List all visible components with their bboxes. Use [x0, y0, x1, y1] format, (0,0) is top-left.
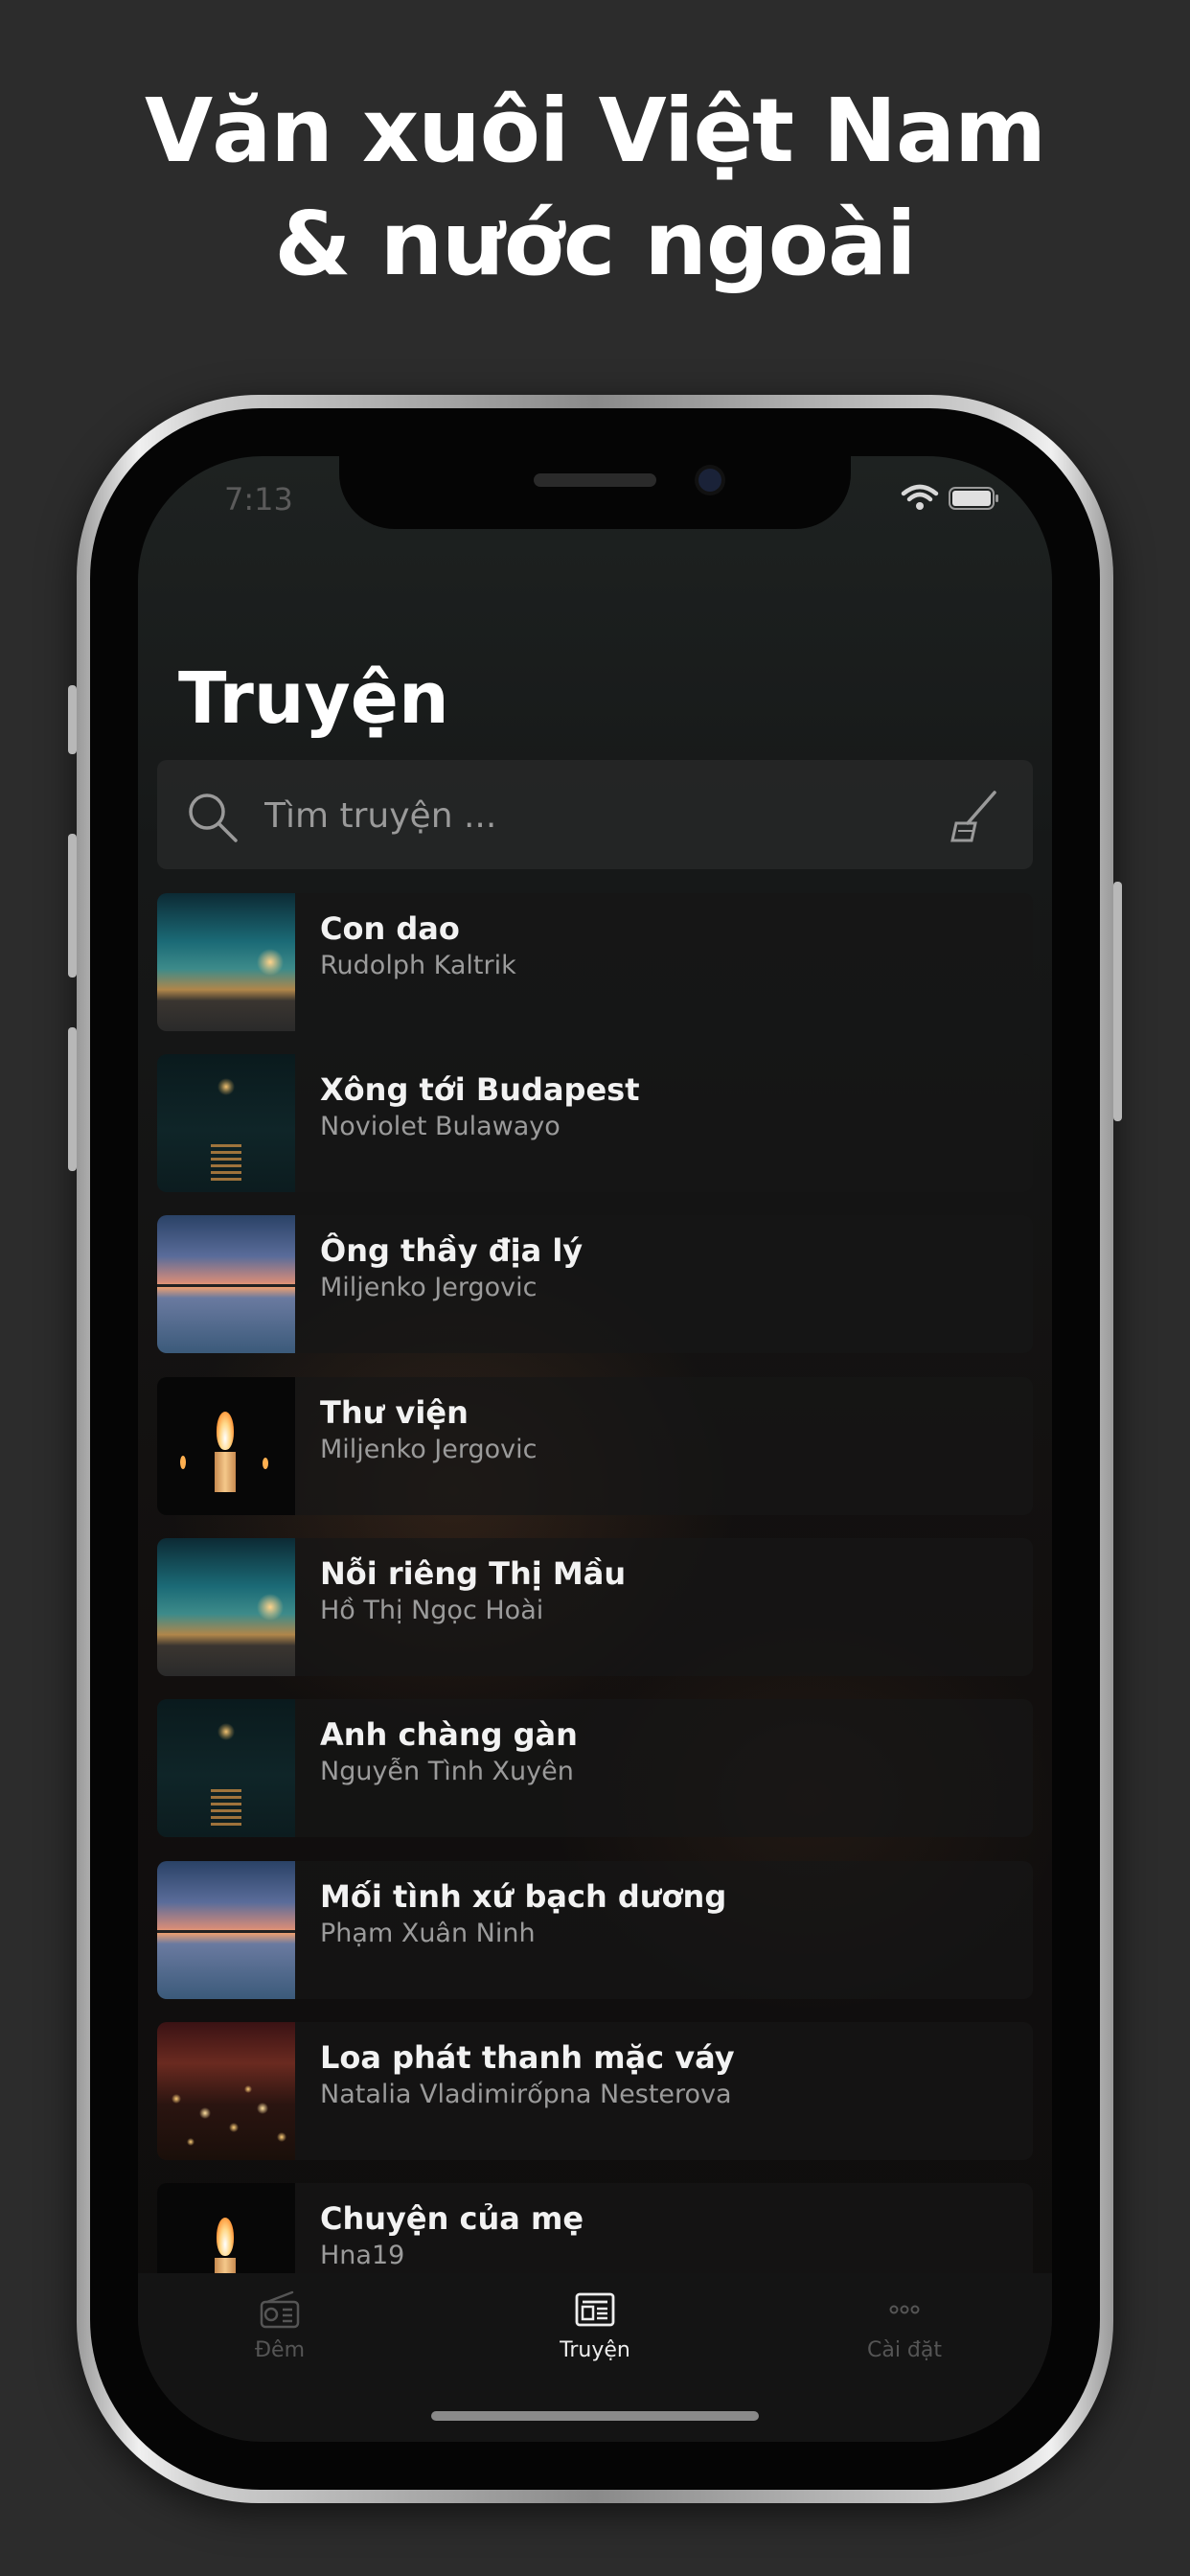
- story-thumbnail: [157, 2183, 295, 2273]
- promo-headline: Văn xuôi Việt Nam & nước ngoài: [0, 75, 1190, 301]
- tab-cai-dat[interactable]: Cài đặt: [809, 2290, 1000, 2386]
- story-author: Nguyễn Tình Xuyên: [320, 1757, 574, 1786]
- volume-up-button: [68, 834, 77, 978]
- power-button: [1113, 882, 1122, 1121]
- page-title: Truyện: [178, 657, 449, 740]
- story-thumbnail: [157, 1054, 295, 1192]
- tab-label: Truyện: [560, 2338, 630, 2362]
- camera-notch: [339, 456, 851, 529]
- tab-truyen[interactable]: Truyện: [499, 2290, 691, 2386]
- story-title: Nỗi riêng Thị Mầu: [320, 1555, 627, 1592]
- phone-screen: 7:13 Truyện Con dao Rudolph Kaltrik: [138, 456, 1052, 2442]
- story-thumbnail: [157, 1699, 295, 1837]
- story-list[interactable]: Con dao Rudolph Kaltrik Xông tới Budapes…: [157, 893, 1033, 2273]
- story-author: Hna19: [320, 2241, 405, 2270]
- list-item[interactable]: Con dao Rudolph Kaltrik: [157, 893, 1033, 1031]
- broom-clear-icon[interactable]: [947, 789, 1002, 844]
- story-author: Rudolph Kaltrik: [320, 951, 516, 980]
- wifi-icon: [901, 484, 939, 510]
- speaker-grille: [534, 473, 656, 487]
- story-author: Miljenko Jergovic: [320, 1435, 538, 1464]
- search-bar[interactable]: [157, 760, 1033, 869]
- story-author: Natalia Vladimirốpna Nesterova: [320, 2080, 732, 2109]
- home-indicator: [431, 2411, 759, 2421]
- story-title: Anh chàng gàn: [320, 1716, 578, 1753]
- search-icon: [189, 794, 238, 842]
- list-item[interactable]: Ông thầy địa lý Miljenko Jergovic: [157, 1215, 1033, 1353]
- story-title: Ông thầy địa lý: [320, 1232, 584, 1269]
- story-author: Noviolet Bulawayo: [320, 1112, 561, 1141]
- promo-headline-line1: Văn xuôi Việt Nam: [145, 80, 1046, 182]
- battery-icon: [949, 487, 998, 510]
- list-item[interactable]: Chuyện của mẹ Hna19: [157, 2183, 1033, 2273]
- story-title: Con dao: [320, 910, 460, 947]
- tab-label: Cài đặt: [866, 2338, 943, 2362]
- story-author: Phạm Xuân Ninh: [320, 1919, 536, 1948]
- newspaper-icon: [575, 2292, 615, 2327]
- search-input[interactable]: [263, 787, 889, 844]
- list-item[interactable]: Loa phát thanh mặc váy Natalia Vladimirố…: [157, 2022, 1033, 2160]
- story-title: Mối tình xứ bạch dương: [320, 1878, 727, 1915]
- story-title: Chuyện của mẹ: [320, 2200, 584, 2237]
- mute-switch: [68, 685, 77, 754]
- list-item[interactable]: Thư viện Miljenko Jergovic: [157, 1377, 1033, 1515]
- tab-dem[interactable]: Đêm: [184, 2290, 376, 2386]
- list-item[interactable]: Nỗi riêng Thị Mầu Hồ Thị Ngọc Hoài: [157, 1538, 1033, 1676]
- more-icon: [889, 2305, 920, 2314]
- story-title: Thư viện: [320, 1394, 469, 1431]
- status-time: 7:13: [224, 481, 293, 518]
- radio-icon: [260, 2290, 300, 2329]
- story-thumbnail: [157, 1377, 295, 1515]
- story-title: Loa phát thanh mặc váy: [320, 2039, 735, 2076]
- story-author: Miljenko Jergovic: [320, 1273, 538, 1302]
- promo-headline-line2: & nước ngoài: [274, 193, 916, 295]
- story-thumbnail: [157, 1215, 295, 1353]
- story-thumbnail: [157, 1861, 295, 1999]
- front-camera: [698, 469, 721, 492]
- volume-down-button: [68, 1027, 77, 1171]
- story-thumbnail: [157, 1538, 295, 1676]
- list-item[interactable]: Xông tới Budapest Noviolet Bulawayo: [157, 1054, 1033, 1192]
- tab-label: Đêm: [254, 2338, 305, 2362]
- story-title: Xông tới Budapest: [320, 1071, 640, 1108]
- list-item[interactable]: Mối tình xứ bạch dương Phạm Xuân Ninh: [157, 1861, 1033, 1999]
- list-item[interactable]: Anh chàng gàn Nguyễn Tình Xuyên: [157, 1699, 1033, 1837]
- story-thumbnail: [157, 2022, 295, 2160]
- story-thumbnail: [157, 893, 295, 1031]
- story-author: Hồ Thị Ngọc Hoài: [320, 1596, 544, 1625]
